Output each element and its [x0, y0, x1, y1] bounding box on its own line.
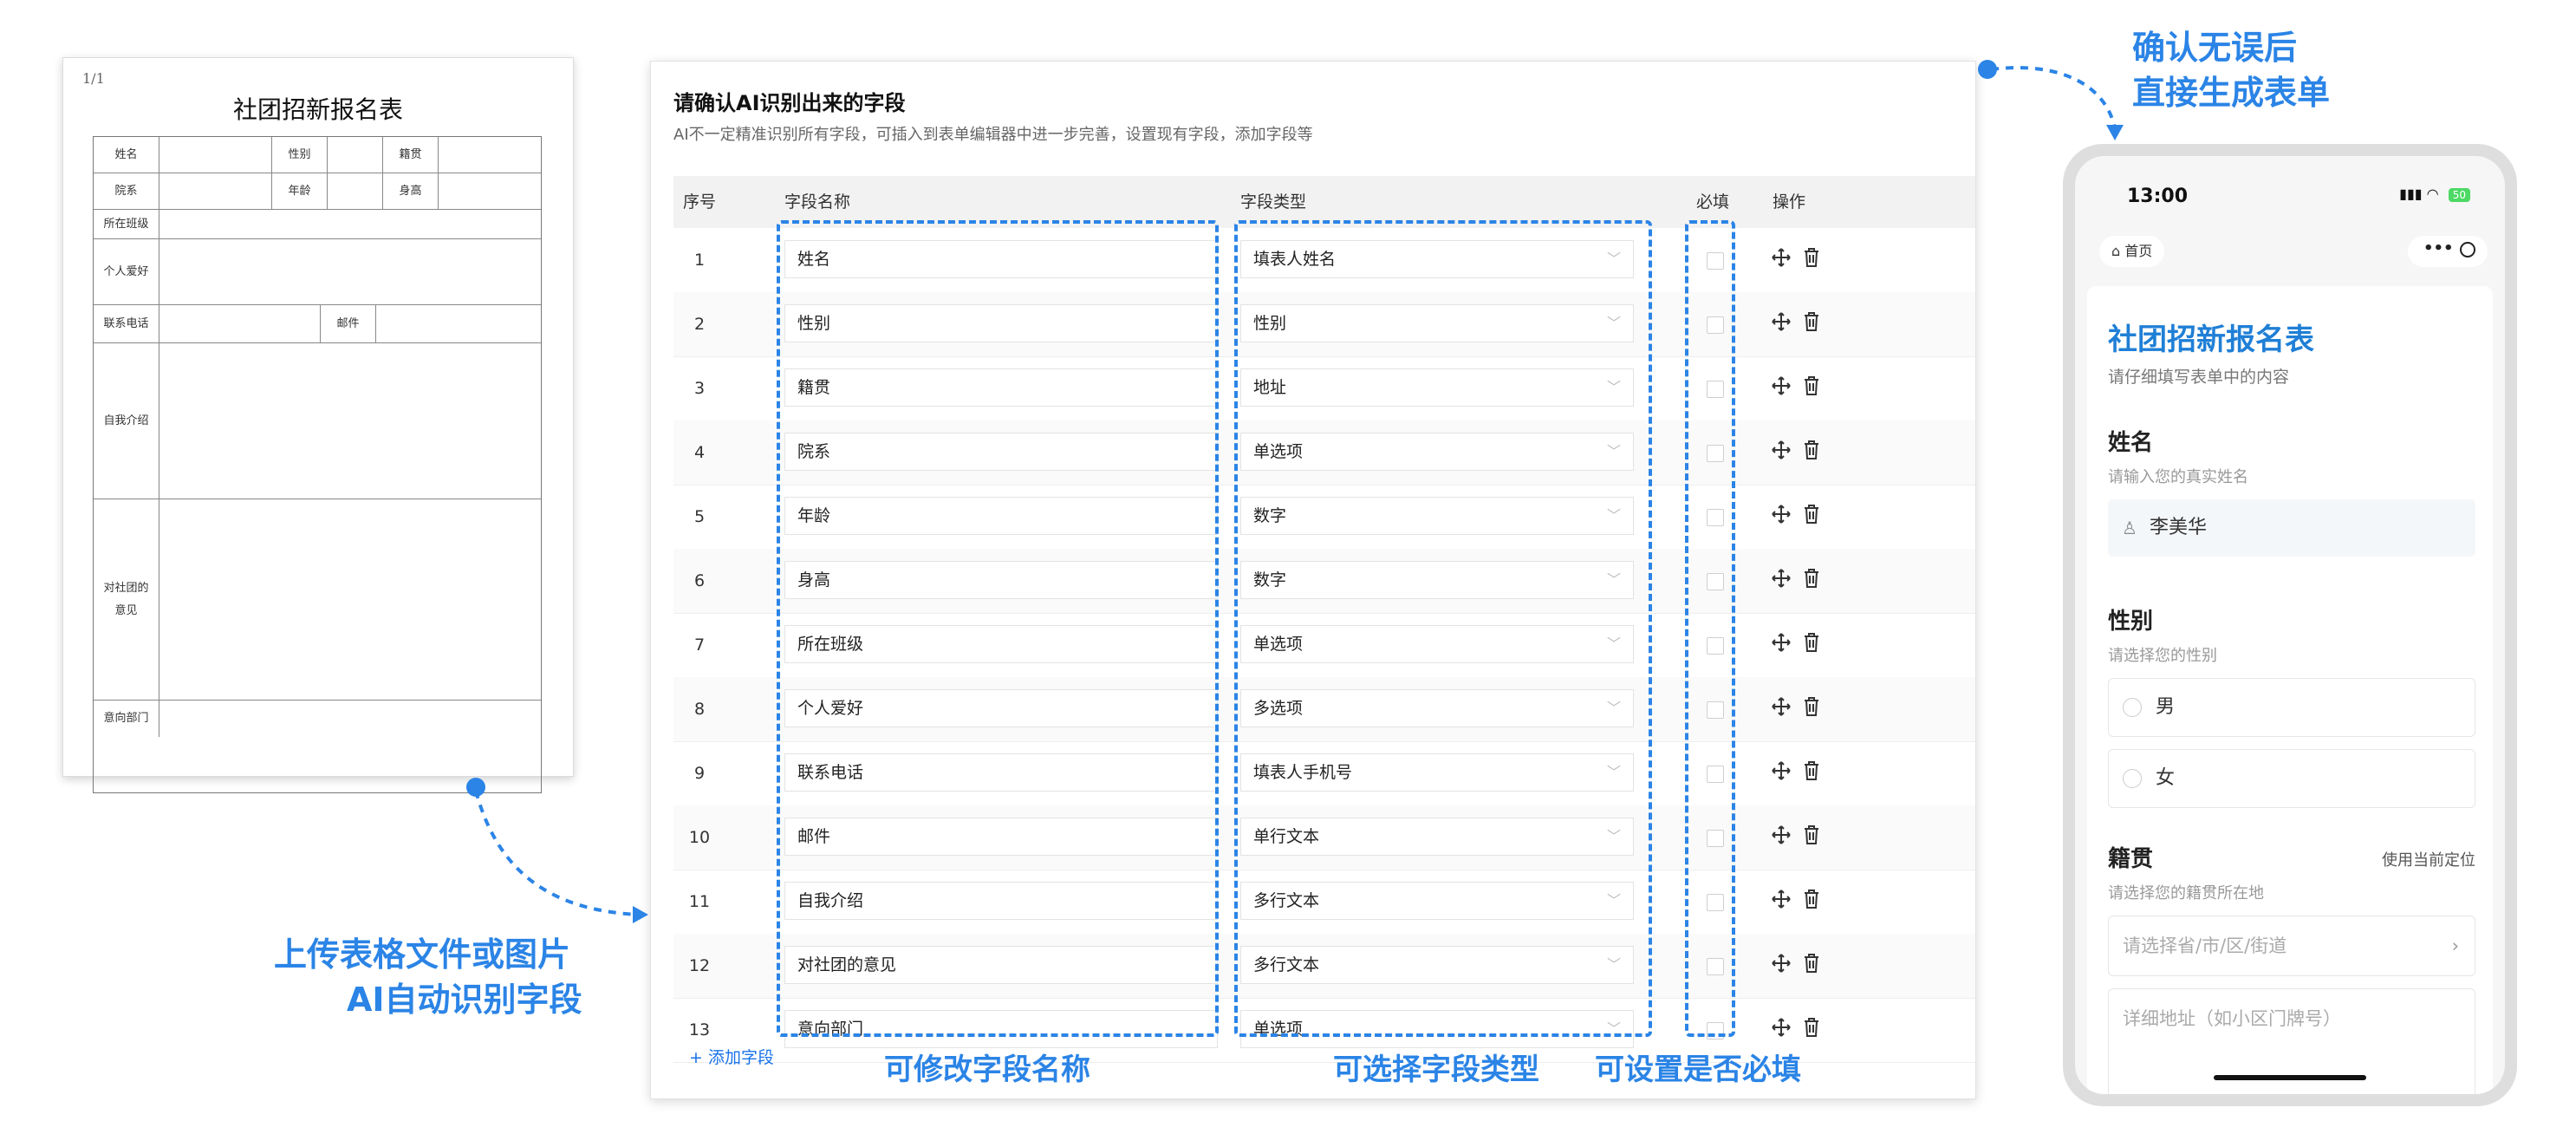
name-input-value: 李美华 — [2150, 517, 2208, 538]
close-target-icon[interactable] — [2460, 242, 2475, 257]
gender-option-male-label: 男 — [2156, 696, 2176, 718]
name-input[interactable]: ♙ 李美华 — [2108, 499, 2475, 557]
question-hometown-label: 籍贯 — [2108, 846, 2154, 872]
address-textarea-placeholder: 详细地址（如小区门牌号） — [2123, 1008, 2341, 1029]
question-gender-label: 性别 — [2108, 609, 2154, 635]
status-icons: ▮▮▮ ◠ 50 — [2399, 186, 2470, 202]
arrow-upload-to-panel — [466, 778, 648, 923]
phone-mockup: 13:00 ▮▮▮ ◠ 50 ⌂ 首页 ••• 社团招新报名表 请仔细填写表单中… — [2063, 144, 2517, 1106]
arrow-panel-to-phone — [1978, 60, 2124, 140]
form-title: 社团招新报名表 — [2108, 323, 2314, 357]
home-icon: ⌂ — [2111, 243, 2121, 259]
question-gender-hint: 请选择您的性别 — [2108, 647, 2217, 665]
region-select-placeholder: 请选择省/市/区/街道 — [2123, 935, 2287, 956]
home-label: 首页 — [2124, 243, 2153, 259]
gender-option-female-label: 女 — [2156, 767, 2176, 789]
user-icon: ♙ — [2122, 518, 2137, 538]
question-name-label: 姓名 — [2108, 430, 2154, 456]
status-time: 13:00 — [2127, 186, 2189, 207]
chevron-right-icon: › — [2451, 935, 2459, 956]
form-card: 社团招新报名表 请仔细填写表单中的内容 姓名 请输入您的真实姓名 ♙ 李美华 性… — [2087, 286, 2493, 1094]
miniprogram-capsule: ••• — [2408, 236, 2488, 267]
more-icon[interactable]: ••• — [2423, 239, 2454, 257]
gender-option-female[interactable]: 女 — [2108, 749, 2475, 808]
radio-icon — [2123, 769, 2142, 788]
wifi-icon: ◠ — [2426, 186, 2439, 202]
region-select[interactable]: 请选择省/市/区/街道 › — [2108, 916, 2475, 976]
signal-icon: ▮▮▮ — [2399, 186, 2423, 202]
question-name-hint: 请输入您的真实姓名 — [2108, 468, 2248, 486]
home-indicator — [2214, 1075, 2366, 1080]
battery-icon: 50 — [2448, 188, 2470, 202]
home-button[interactable]: ⌂ 首页 — [2099, 236, 2165, 267]
phone-screen: 13:00 ▮▮▮ ◠ 50 ⌂ 首页 ••• 社团招新报名表 请仔细填写表单中… — [2075, 156, 2505, 1094]
use-current-location-link[interactable]: 使用当前定位 — [2382, 848, 2475, 870]
radio-icon — [2123, 698, 2142, 717]
gender-option-male[interactable]: 男 — [2108, 678, 2475, 737]
question-hometown-hint: 请选择您的籍贯所在地 — [2108, 884, 2264, 903]
form-subtitle: 请仔细填写表单中的内容 — [2108, 368, 2290, 387]
